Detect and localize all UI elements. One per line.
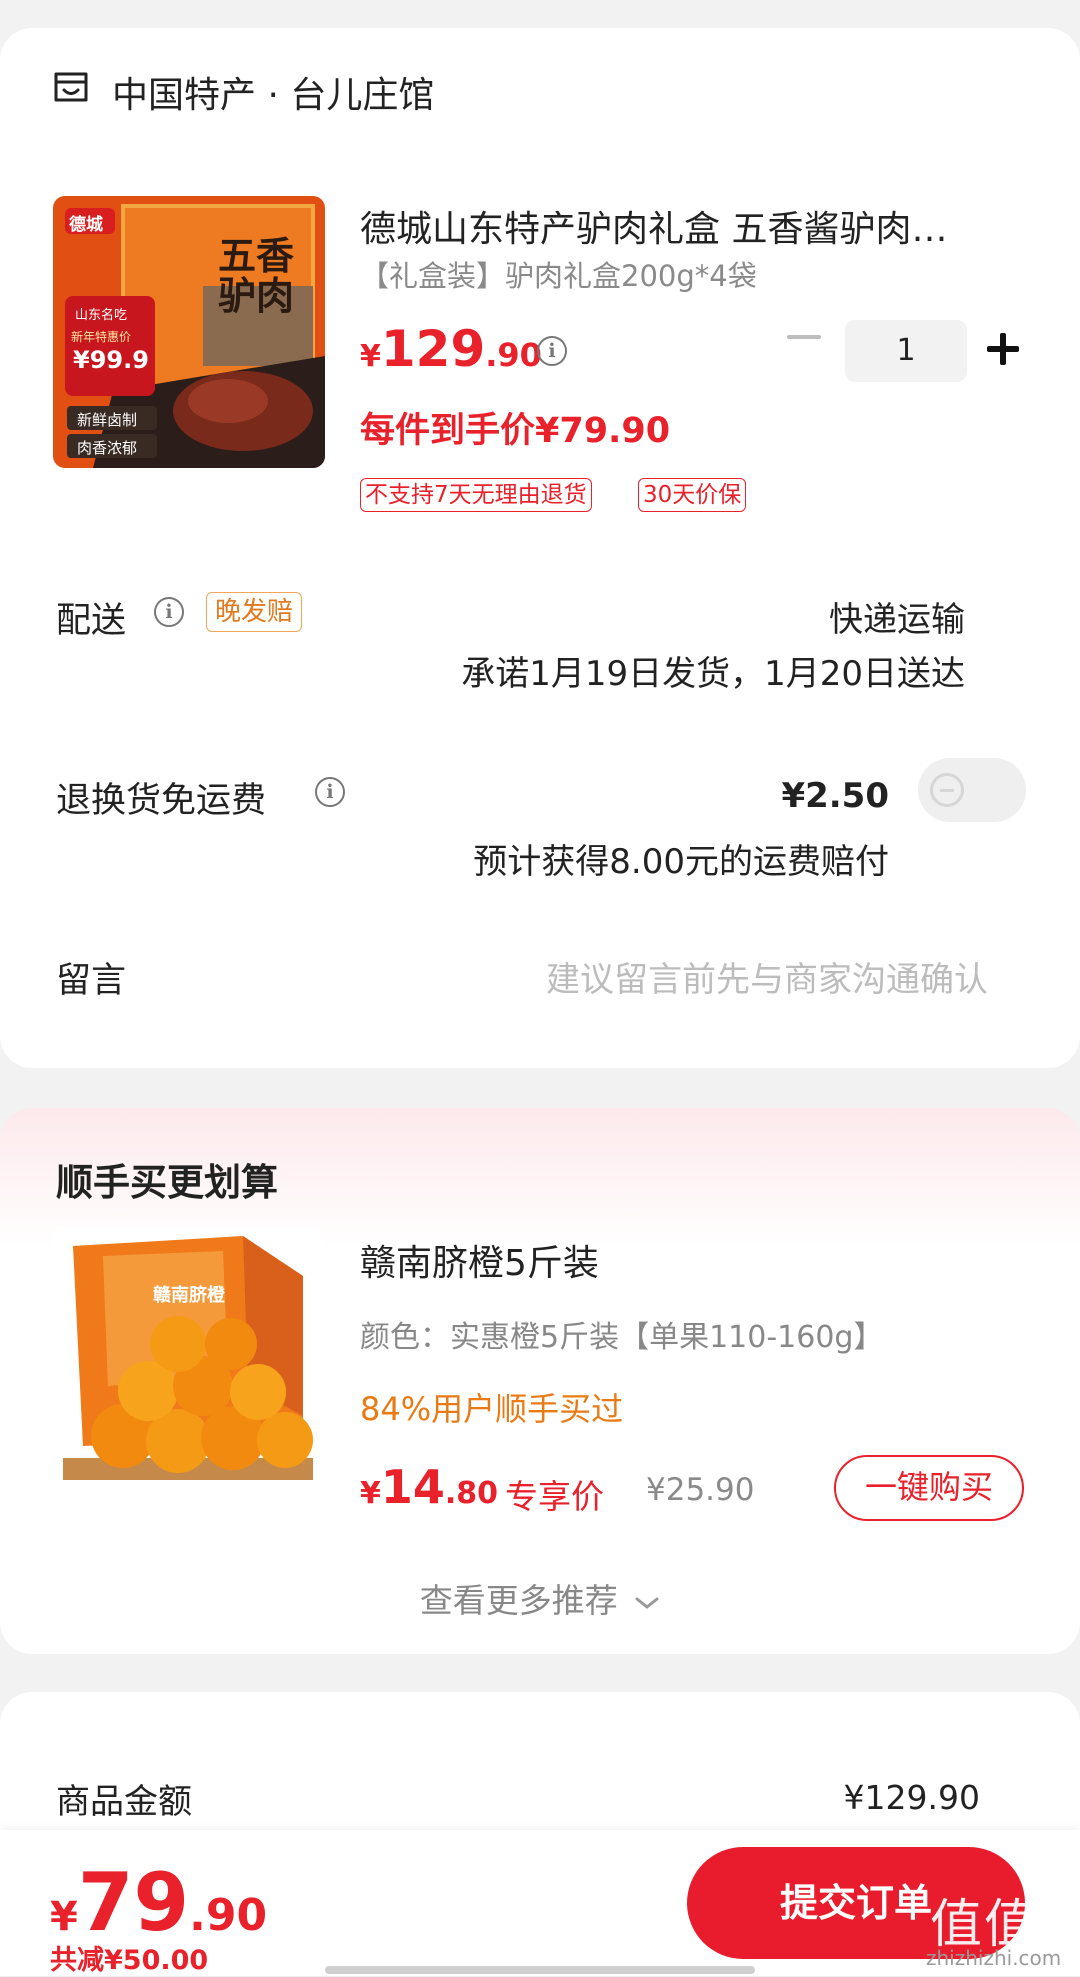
note-input[interactable]: 建议留言前先与商家沟通确认: [546, 952, 988, 1001]
recommend-original-price: ¥25.90: [646, 1472, 755, 1508]
delivery-method[interactable]: 快递运输: [829, 592, 965, 641]
delivery-label: 配送: [56, 601, 127, 641]
one-click-buy-button[interactable]: 一键购买: [834, 1455, 1024, 1521]
product-image-badge-price: ¥99.9: [73, 346, 149, 374]
toggle-knob: [930, 773, 964, 807]
price-info-icon[interactable]: i: [537, 336, 567, 366]
recommend-price-currency: ¥: [360, 1476, 381, 1511]
goods-amount-value: ¥129.90: [843, 1778, 980, 1817]
price-decimal: .90: [485, 336, 542, 374]
product-image-brand: 德城: [69, 215, 103, 235]
product-image-badge-mid: 新年特惠价: [71, 330, 132, 344]
return-shipping-price: ¥2.50: [781, 776, 889, 816]
recommend-image-text: 赣南脐橙: [153, 1285, 225, 1306]
return-shipping-label: 退换货免运费: [56, 781, 267, 821]
price-integer: 129: [380, 320, 486, 378]
delivery-promise: 承诺1月19日发货，1月20日送达: [461, 654, 965, 694]
total-price: ¥79.90: [50, 1856, 267, 1949]
recommend-price: ¥14.80: [360, 1460, 498, 1514]
total-currency: ¥: [50, 1894, 78, 1940]
price-protect-tag: 30天价保: [638, 478, 747, 512]
quantity-increase-button[interactable]: [987, 333, 1019, 365]
total-decimal: .90: [189, 1890, 268, 1941]
store-name[interactable]: 中国特产 · 台儿庄馆: [112, 66, 434, 118]
no-return-tag: 不支持7天无理由退货: [360, 478, 592, 512]
store-icon: [54, 72, 88, 102]
late-compensation-badge: 晚发赔: [206, 592, 303, 632]
return-shipping-info-icon[interactable]: i: [315, 777, 345, 807]
product-price: ¥129.90: [360, 320, 542, 378]
return-shipping-toggle[interactable]: [918, 758, 1026, 822]
recommend-item-title[interactable]: 赣南脐橙5斤装: [360, 1234, 599, 1286]
note-label: 留言: [56, 961, 127, 1001]
recommend-item-image[interactable]: 赣南脐橙: [53, 1226, 323, 1496]
quantity-input[interactable]: 1: [845, 320, 967, 382]
total-integer: 79: [77, 1856, 190, 1949]
product-image-box-text: 五香驴肉: [218, 233, 295, 318]
recommend-item-spec: 颜色：实惠橙5斤装【单果110-160g】: [360, 1320, 884, 1355]
order-card: [0, 28, 1080, 1068]
product-spec[interactable]: 【礼盒装】驴肉礼盒200g*4袋: [360, 253, 757, 295]
see-more-label: 查看更多推荐: [419, 1581, 618, 1620]
recommend-social-proof: 84%用户顺手买过: [360, 1390, 624, 1428]
recommend-price-integer: 14: [380, 1460, 445, 1514]
product-image-tag1: 新鲜卤制: [77, 411, 138, 429]
product-image-tag2: 肉香浓郁: [77, 439, 138, 457]
see-more-link[interactable]: 查看更多推荐: [0, 1574, 1080, 1622]
home-indicator[interactable]: [325, 1966, 755, 1974]
delivery-info-icon[interactable]: i: [154, 597, 184, 627]
product-title[interactable]: 德城山东特产驴肉礼盒 五香酱驴肉…: [360, 200, 1000, 252]
recommend-title: 顺手买更划算: [56, 1161, 278, 1204]
return-shipping-compensation: 预计获得8.00元的运费赔付: [473, 842, 889, 882]
product-image-badge-top: 山东名吃: [75, 308, 128, 323]
goods-amount-label: 商品金额: [56, 1782, 192, 1822]
recommend-price-decimal: .80: [444, 1476, 499, 1511]
chevron-down-icon: [635, 1597, 659, 1609]
product-image[interactable]: 德城 五香驴肉 山东名吃 新年特惠价 ¥99.9 新鲜卤制 肉香浓郁: [53, 196, 325, 468]
quantity-decrease-button[interactable]: [787, 335, 821, 339]
watermark-url: zhizhizhi.com: [926, 1946, 1062, 1970]
exclusive-price-label: 专享价: [505, 1477, 604, 1516]
per-item-deal-price: 每件到手价¥79.90: [360, 411, 671, 451]
total-discount: 共减¥50.00: [50, 1945, 209, 1976]
price-currency: ¥: [360, 339, 381, 374]
